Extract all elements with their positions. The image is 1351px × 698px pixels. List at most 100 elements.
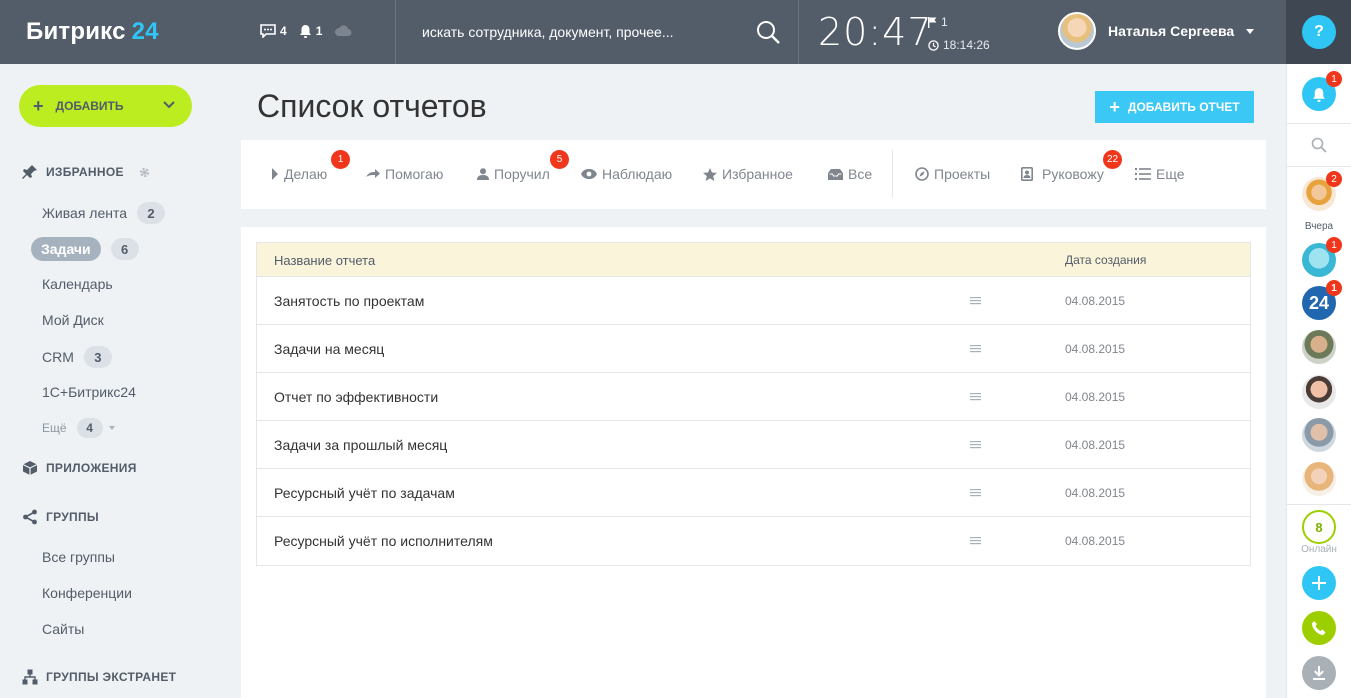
worktime-info[interactable]: 1 18:14:26 xyxy=(928,14,990,53)
online-counter[interactable]: 8 xyxy=(1302,510,1336,544)
chevron-down-icon xyxy=(163,101,175,109)
call-button[interactable] xyxy=(1302,611,1336,645)
clock-icon xyxy=(928,39,939,51)
menu-icon[interactable] xyxy=(970,535,982,547)
column-header-date[interactable]: Дата создания xyxy=(1065,253,1146,267)
table-row[interactable]: Ресурсный учёт по исполнителям 04.08.201… xyxy=(257,517,1250,565)
tab-label: Еще xyxy=(1156,166,1185,182)
notifications-count: 1 xyxy=(315,24,323,38)
favorites-title: ИЗБРАННОЕ xyxy=(46,165,124,179)
tab-more[interactable]: Еще xyxy=(1135,166,1185,182)
add-button[interactable]: + ДОБАВИТЬ xyxy=(19,85,192,127)
badge-icon xyxy=(1021,167,1033,181)
report-name[interactable]: Ресурсный учёт по исполнителям xyxy=(274,533,493,549)
notifications-counter[interactable]: 1 xyxy=(299,24,323,38)
table-row[interactable]: Ресурсный учёт по задачам 04.08.2015 xyxy=(257,469,1250,517)
add-report-button[interactable]: + ДОБАВИТЬ ОТЧЕТ xyxy=(1095,91,1254,123)
sidebar-item-more[interactable]: Ещё 4 xyxy=(42,418,115,438)
yesterday-label: Вчера xyxy=(1304,221,1334,232)
sidebar-item-1c[interactable]: 1С+Битрикс24 xyxy=(42,384,136,400)
menu-icon[interactable] xyxy=(970,343,982,355)
tab-label: Проекты xyxy=(934,166,991,182)
search-icon[interactable] xyxy=(1311,137,1327,153)
contact-avatar[interactable] xyxy=(1302,330,1336,364)
sidebar-item-feed[interactable]: Живая лента 2 xyxy=(42,202,166,224)
sidebar-item-tasks[interactable]: Задачи 6 xyxy=(31,237,139,261)
tab-all[interactable]: Все xyxy=(828,166,872,182)
gear-icon[interactable] xyxy=(138,166,151,179)
menu-icon[interactable] xyxy=(970,391,982,403)
contact-avatar[interactable] xyxy=(1302,375,1336,409)
flag-icon xyxy=(928,16,937,28)
chat-icon xyxy=(260,24,276,38)
hierarchy-icon xyxy=(22,669,38,685)
download-icon xyxy=(1313,666,1325,680)
bitrix24-chat[interactable]: 24 1 xyxy=(1302,280,1342,320)
help-button[interactable]: ? xyxy=(1302,15,1336,49)
add-chat-button[interactable] xyxy=(1302,566,1336,600)
sidebar-item-all-groups[interactable]: Все группы xyxy=(42,549,115,565)
report-date: 04.08.2015 xyxy=(1065,438,1126,452)
tab-helping[interactable]: Помогаю xyxy=(366,166,443,182)
menu-icon[interactable] xyxy=(970,487,982,499)
clock[interactable]: 20:47 xyxy=(818,10,933,54)
cloud-status[interactable] xyxy=(334,25,352,37)
tab-label: Избранное xyxy=(722,166,793,182)
divider xyxy=(1287,123,1351,124)
user-menu[interactable]: Наталья Сергеева xyxy=(1058,12,1255,50)
tab-assigned[interactable]: Поручил 5 xyxy=(477,150,569,182)
sidebar-item-crm[interactable]: CRM 3 xyxy=(42,346,112,368)
menu-icon[interactable] xyxy=(970,439,982,451)
top-header: Битрикс24 4 1 20:47 1 18:14:26 Наталь xyxy=(0,0,1351,64)
sidebar-item-label: 1С+Битрикс24 xyxy=(42,384,136,400)
header-search xyxy=(396,0,798,64)
notifications-button[interactable]: 1 xyxy=(1302,71,1342,111)
messages-counter[interactable]: 4 xyxy=(260,24,287,38)
search-input[interactable] xyxy=(422,20,742,44)
apps-section[interactable]: ПРИЛОЖЕНИЯ xyxy=(22,460,137,476)
extranet-title: ГРУППЫ ЭКСТРАНЕТ xyxy=(46,670,177,684)
flag-count: 1 xyxy=(941,15,948,29)
apps-title: ПРИЛОЖЕНИЯ xyxy=(46,461,137,475)
report-name[interactable]: Задачи за прошлый месяц xyxy=(274,437,447,453)
search-icon[interactable] xyxy=(756,20,780,44)
sidebar-item-conferences[interactable]: Конференции xyxy=(42,585,132,601)
report-name[interactable]: Отчет по эффективности xyxy=(274,389,438,405)
download-button[interactable] xyxy=(1302,656,1336,690)
tab-watching[interactable]: Наблюдаю xyxy=(581,166,672,182)
tab-doing[interactable]: Делаю 1 xyxy=(271,150,350,182)
tab-favorites[interactable]: Избранное xyxy=(703,166,793,182)
groups-section[interactable]: ГРУППЫ xyxy=(22,509,99,525)
extranet-section[interactable]: ГРУППЫ ЭКСТРАНЕТ xyxy=(22,669,176,685)
tab-counter: 5 xyxy=(550,150,569,169)
table-row[interactable]: Занятость по проектам 04.08.2015 xyxy=(257,277,1250,325)
sidebar-item-drive[interactable]: Мой Диск xyxy=(42,312,104,328)
chat-badge: 2 xyxy=(1326,171,1342,187)
report-name[interactable]: Ресурсный учёт по задачам xyxy=(274,485,455,501)
contact-avatar[interactable] xyxy=(1302,462,1336,496)
favorites-section[interactable]: ИЗБРАННОЕ xyxy=(22,164,151,180)
report-name[interactable]: Задачи на месяц xyxy=(274,341,384,357)
tab-projects[interactable]: Проекты xyxy=(915,166,990,182)
bitrix24-chat-label: 24 xyxy=(1308,292,1330,313)
add-report-label: ДОБАВИТЬ ОТЧЕТ xyxy=(1127,100,1240,114)
table-row[interactable]: Задачи на месяц 04.08.2015 xyxy=(257,325,1250,373)
chat-avatar[interactable]: 1 xyxy=(1302,237,1342,277)
eye-icon xyxy=(581,169,597,179)
table-row[interactable]: Отчет по эффективности 04.08.2015 xyxy=(257,373,1250,421)
reports-table: Название отчета Дата создания Занятость … xyxy=(256,242,1251,566)
sidebar-item-sites[interactable]: Сайты xyxy=(42,621,84,637)
column-header-name[interactable]: Название отчета xyxy=(274,253,375,268)
contact-avatar[interactable] xyxy=(1302,418,1336,452)
report-name[interactable]: Занятость по проектам xyxy=(274,293,424,309)
divider xyxy=(1287,166,1351,167)
sidebar-item-label: Все группы xyxy=(42,549,115,565)
logo[interactable]: Битрикс 24 xyxy=(26,18,159,46)
counter-badge: 3 xyxy=(83,346,112,368)
tab-managing[interactable]: Руковожу 22 xyxy=(1021,150,1123,182)
tab-label: Наблюдаю xyxy=(602,166,673,182)
table-row[interactable]: Задачи за прошлый месяц 04.08.2015 xyxy=(257,421,1250,469)
recent-chat-avatar[interactable]: 2 xyxy=(1302,171,1342,211)
menu-icon[interactable] xyxy=(970,295,982,307)
sidebar-item-calendar[interactable]: Календарь xyxy=(42,276,113,292)
